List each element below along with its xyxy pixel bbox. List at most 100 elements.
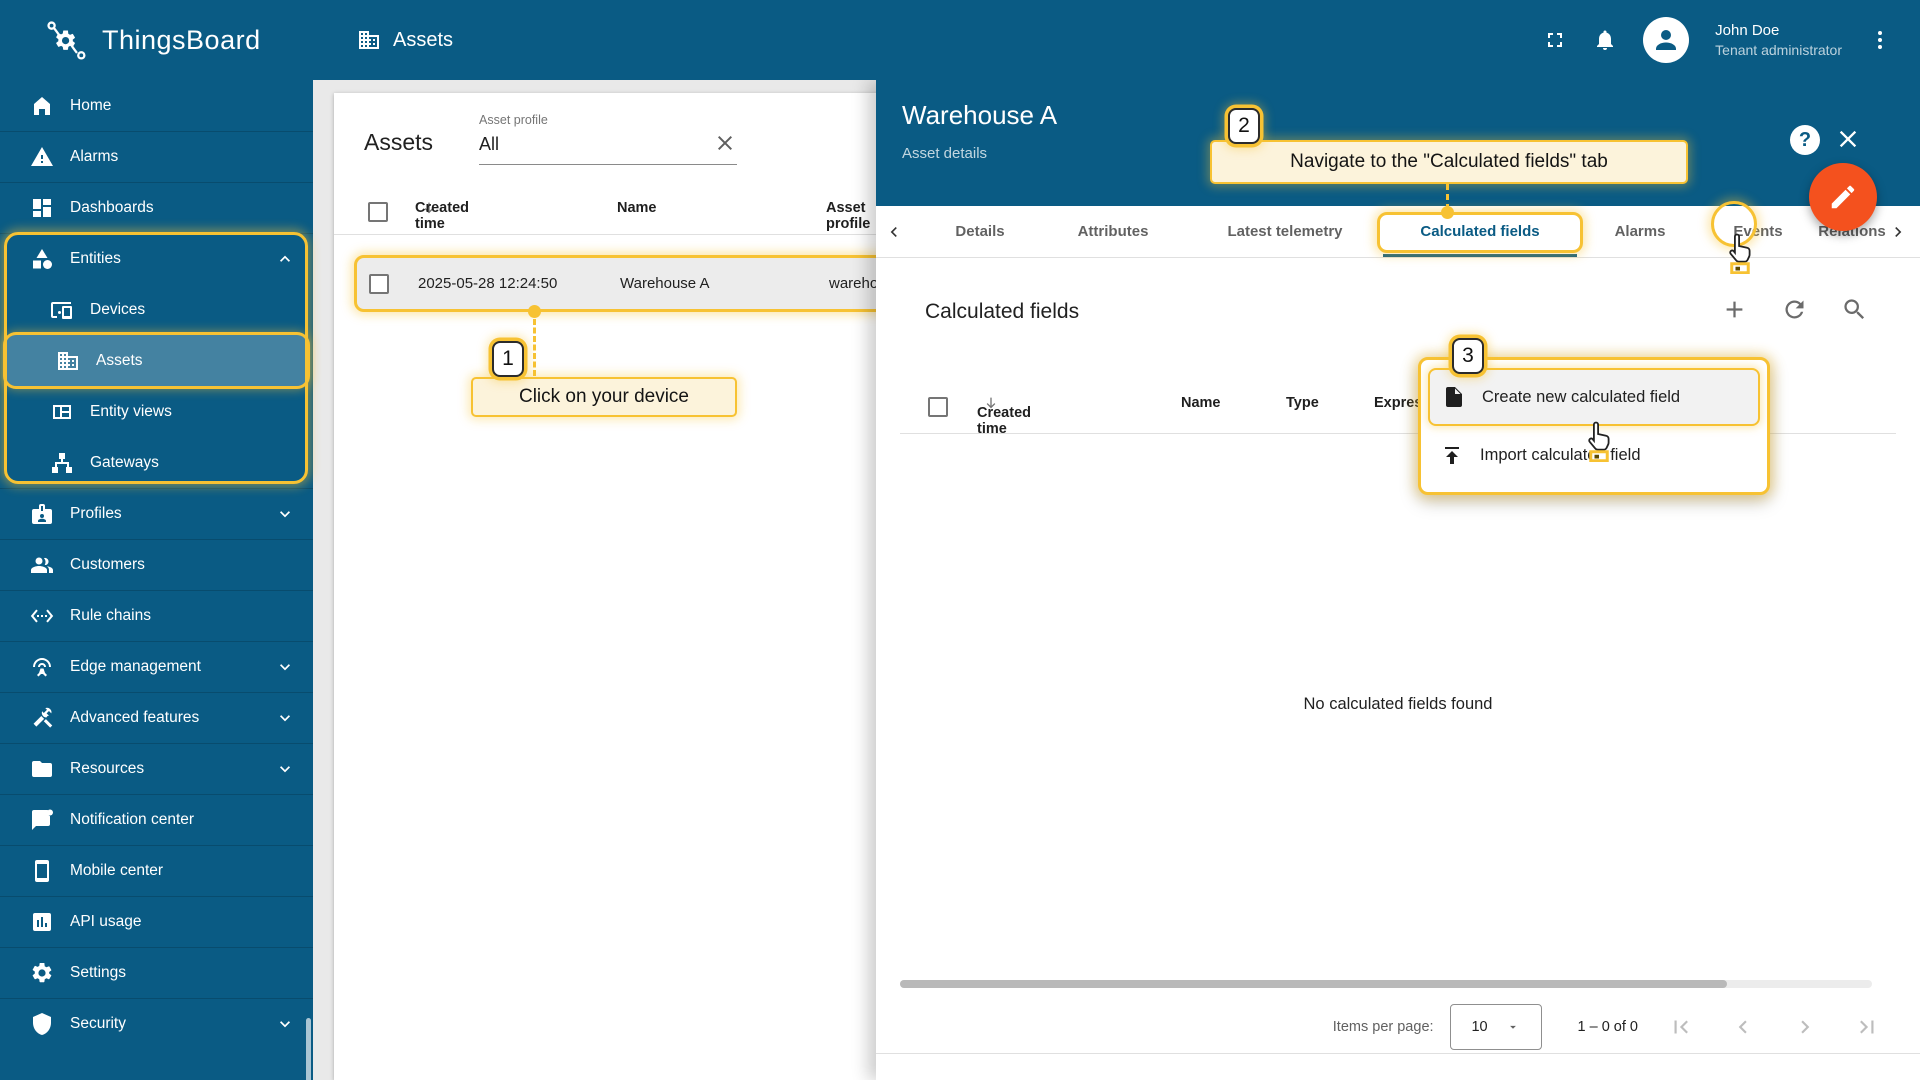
chart-icon bbox=[33, 913, 51, 931]
group-icon bbox=[31, 557, 53, 573]
badge-icon bbox=[32, 504, 52, 524]
sidebar-item-resources[interactable]: Resources bbox=[0, 743, 313, 794]
asset-profile-filter[interactable]: Asset profile All bbox=[479, 113, 738, 165]
sidebar-scrollbar[interactable] bbox=[306, 1018, 311, 1080]
search-button[interactable] bbox=[1841, 296, 1868, 326]
clear-filter-button[interactable] bbox=[713, 131, 737, 158]
add-calculated-field-button[interactable] bbox=[1721, 296, 1748, 326]
chevron-down-icon bbox=[280, 511, 290, 518]
chevron-up-icon bbox=[280, 255, 290, 262]
dashboard-icon bbox=[33, 199, 51, 217]
asset-row-warehouse-a[interactable]: 2025-05-28 12:24:50 Warehouse A warehous… bbox=[354, 255, 896, 312]
edit-fab[interactable] bbox=[1809, 163, 1877, 231]
notifications-button[interactable] bbox=[1593, 28, 1617, 52]
sidebar-item-notification-center[interactable]: Notification center bbox=[0, 794, 313, 845]
sidebar-item-home[interactable]: Home bbox=[0, 80, 313, 131]
sidebar-item-gateways[interactable]: Gateways bbox=[0, 437, 313, 488]
calculated-fields-section-header: Calculated fields bbox=[876, 284, 1920, 348]
assets-table-card: Assets Asset profile All Created time Na… bbox=[334, 93, 896, 1080]
sidebar-item-entities[interactable]: Entities bbox=[0, 233, 313, 284]
column-created-time[interactable]: Created time bbox=[415, 200, 469, 232]
row-checkbox[interactable] bbox=[369, 274, 389, 294]
sidebar-item-security[interactable]: Security bbox=[0, 998, 313, 1049]
cell-created-time: 2025-05-28 12:24:50 bbox=[418, 275, 558, 292]
tab-attributes[interactable]: Attributes bbox=[1078, 206, 1149, 258]
column-type[interactable]: Type bbox=[1286, 395, 1319, 411]
page-size-select[interactable]: 10 bbox=[1449, 1003, 1542, 1050]
paginator: Items per page: 10 1 – 0 of 0 bbox=[876, 1000, 1920, 1054]
tab-latest-telemetry[interactable]: Latest telemetry bbox=[1227, 206, 1342, 258]
sidebar-item-customers[interactable]: Customers bbox=[0, 539, 313, 590]
user-avatar[interactable] bbox=[1643, 17, 1690, 63]
close-icon bbox=[718, 136, 733, 150]
page-title: Assets bbox=[393, 28, 454, 51]
sidebar-item-profiles[interactable]: Profiles bbox=[0, 488, 313, 539]
tab-calculated-fields[interactable]: Calculated fields bbox=[1420, 206, 1539, 258]
upload-icon bbox=[1445, 447, 1459, 464]
tab-alarms[interactable]: Alarms bbox=[1615, 206, 1666, 258]
chevron-down-icon bbox=[280, 766, 290, 773]
view-quilt-icon bbox=[53, 404, 71, 419]
breadcrumb: Assets bbox=[357, 28, 453, 52]
pencil-icon bbox=[1831, 185, 1855, 209]
antenna-icon bbox=[33, 658, 51, 677]
top-app-bar: ThingsBoard Assets John Doe Tenant admin… bbox=[0, 0, 1920, 80]
select-all-checkbox[interactable] bbox=[368, 202, 388, 222]
column-created-time[interactable]: Created time bbox=[977, 395, 1031, 437]
search-icon bbox=[1844, 299, 1865, 320]
chevron-down-icon bbox=[280, 715, 290, 722]
fullscreen-button[interactable] bbox=[1543, 28, 1567, 52]
tutorial-step-3-badge: 3 bbox=[1452, 338, 1484, 374]
tutorial-connector-dot-2 bbox=[1441, 206, 1454, 219]
column-name[interactable]: Name bbox=[617, 200, 657, 216]
sidebar-item-entity-views[interactable]: Entity views bbox=[0, 386, 313, 437]
sidebar: Home Alarms Dashboards Entities Devices … bbox=[0, 80, 313, 1080]
overflow-menu-button[interactable] bbox=[1868, 28, 1892, 52]
user-info[interactable]: John Doe Tenant administrator bbox=[1715, 21, 1842, 59]
sidebar-item-devices[interactable]: Devices bbox=[0, 284, 313, 335]
sidebar-item-advanced-features[interactable]: Advanced features bbox=[0, 692, 313, 743]
tabs-scroll-left-icon[interactable] bbox=[884, 222, 904, 242]
sidebar-item-alarms[interactable]: Alarms bbox=[0, 131, 313, 182]
assets-table-header: Created time Name Asset profile bbox=[334, 200, 896, 235]
sidebar-item-api-usage[interactable]: API usage bbox=[0, 896, 313, 947]
next-page-icon[interactable] bbox=[1792, 1014, 1818, 1040]
add-calculated-field-menu: Create new calculated field Import calcu… bbox=[1418, 357, 1770, 495]
sidebar-item-mobile-center[interactable]: Mobile center bbox=[0, 845, 313, 896]
gear-icon bbox=[32, 962, 52, 983]
sidebar-item-edge-management[interactable]: Edge management bbox=[0, 641, 313, 692]
app-logo[interactable]: ThingsBoard bbox=[0, 17, 313, 63]
sidebar-item-dashboards[interactable]: Dashboards bbox=[0, 182, 313, 233]
sidebar-item-settings[interactable]: Settings bbox=[0, 947, 313, 998]
column-name[interactable]: Name bbox=[1181, 395, 1221, 411]
previous-page-icon[interactable] bbox=[1730, 1014, 1756, 1040]
help-button[interactable]: ? bbox=[1790, 125, 1820, 155]
refresh-icon bbox=[1785, 300, 1804, 319]
asset-profile-filter-value[interactable]: All bbox=[479, 134, 713, 155]
tabs-scroll-right-icon[interactable] bbox=[1888, 222, 1908, 242]
kebab-menu-icon bbox=[1878, 31, 1882, 49]
app-name: ThingsBoard bbox=[102, 24, 261, 55]
chevron-down-icon bbox=[280, 1021, 290, 1028]
sidebar-item-rule-chains[interactable]: Rule chains bbox=[0, 590, 313, 641]
tools-icon bbox=[33, 707, 53, 728]
lan-icon bbox=[52, 452, 72, 473]
select-all-checkbox[interactable] bbox=[928, 397, 948, 417]
close-drawer-button[interactable] bbox=[1834, 125, 1862, 156]
horizontal-scrollbar[interactable] bbox=[900, 980, 1872, 988]
section-title: Calculated fields bbox=[925, 300, 1080, 323]
items-per-page-label: Items per page: bbox=[1332, 1018, 1434, 1035]
tutorial-step-1-badge: 1 bbox=[492, 341, 524, 377]
fullscreen-icon bbox=[1548, 33, 1563, 47]
tab-details[interactable]: Details bbox=[955, 206, 1004, 258]
plus-icon bbox=[1726, 301, 1743, 318]
category-icon bbox=[33, 249, 52, 269]
first-page-icon[interactable] bbox=[1668, 1014, 1694, 1040]
asset-profile-filter-label: Asset profile bbox=[479, 113, 548, 127]
close-icon bbox=[1839, 130, 1857, 148]
horizontal-scrollbar-thumb[interactable] bbox=[900, 980, 1727, 988]
last-page-icon[interactable] bbox=[1854, 1014, 1880, 1040]
refresh-button[interactable] bbox=[1781, 296, 1808, 326]
empty-state-text: No calculated fields found bbox=[1303, 695, 1493, 713]
sidebar-item-assets[interactable]: Assets bbox=[6, 335, 307, 386]
